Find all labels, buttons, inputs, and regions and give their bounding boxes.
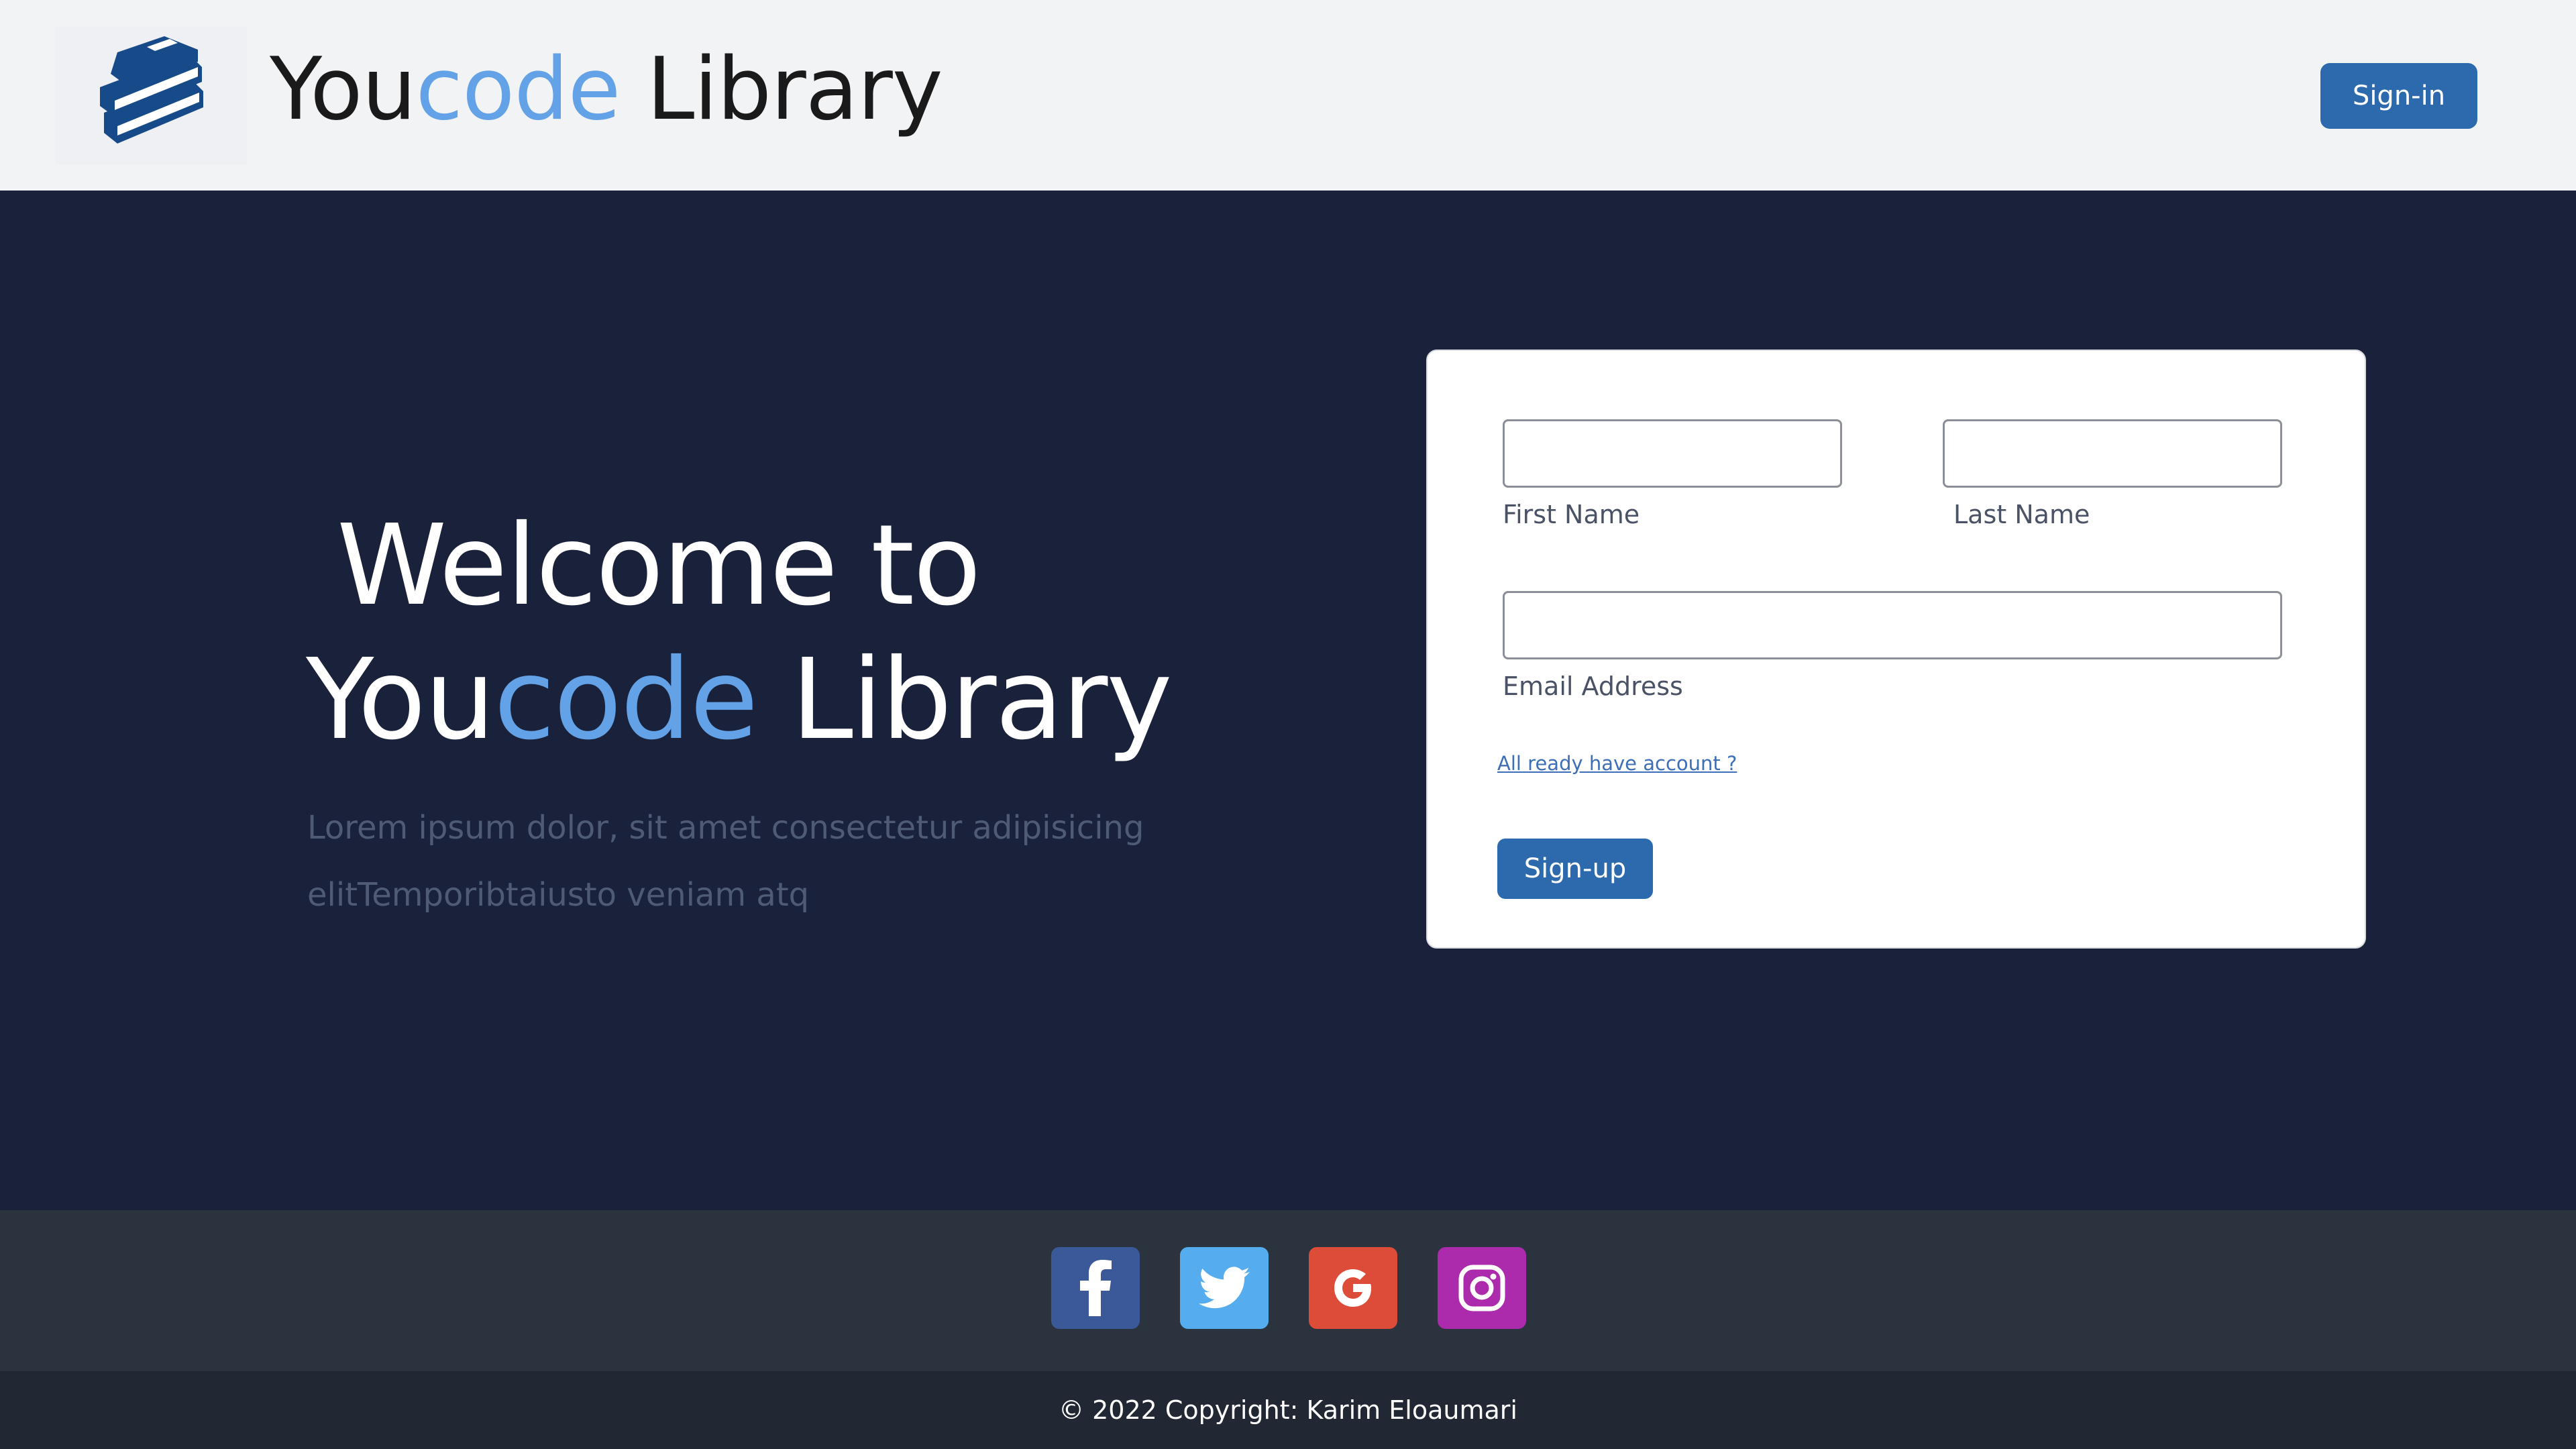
email-input[interactable] xyxy=(1503,591,2282,659)
top-navbar: Youcode Library Sign-in xyxy=(0,0,2576,191)
last-name-input[interactable] xyxy=(1943,419,2282,488)
first-name-label: First Name xyxy=(1503,500,1640,529)
instagram-button[interactable] xyxy=(1438,1247,1526,1329)
email-label: Email Address xyxy=(1503,672,1683,701)
hero-title-you: You xyxy=(306,635,495,765)
hero-title-code: code xyxy=(494,635,758,765)
copyright-footer: © 2022 Copyright: Karim Eloaumari xyxy=(0,1371,2576,1449)
hero-title: Welcome to Youcode Library xyxy=(306,499,1173,767)
copyright-text: © 2022 Copyright: Karim Eloaumari xyxy=(1059,1395,1517,1425)
logo[interactable] xyxy=(55,27,247,164)
facebook-icon xyxy=(1080,1260,1112,1316)
brand-title-code: code xyxy=(415,40,621,140)
signup-form-card: First Name Last Name Email Address All r… xyxy=(1426,350,2366,949)
brand-title-you: You xyxy=(270,40,417,140)
google-icon xyxy=(1334,1269,1371,1307)
sign-up-button[interactable]: Sign-up xyxy=(1497,839,1653,899)
brand-title[interactable]: Youcode Library xyxy=(270,36,943,144)
twitter-button[interactable] xyxy=(1180,1247,1269,1329)
twitter-icon xyxy=(1199,1267,1250,1309)
last-name-label: Last Name xyxy=(1953,500,2090,529)
hero-title-library: Library xyxy=(757,635,1172,765)
facebook-button[interactable] xyxy=(1051,1247,1140,1329)
hero-section: Welcome to Youcode Library Lorem ipsum d… xyxy=(0,191,2576,1210)
social-bar xyxy=(0,1210,2576,1371)
instagram-icon xyxy=(1458,1265,1505,1311)
brand-title-library: Library xyxy=(620,40,943,140)
sign-in-button[interactable]: Sign-in xyxy=(2320,63,2477,129)
hero-description: Lorem ipsum dolor, sit amet consectetur … xyxy=(307,809,1144,914)
hero-title-line2: Youcode Library xyxy=(306,633,1173,767)
book-stack-icon xyxy=(100,36,203,144)
google-button[interactable] xyxy=(1309,1247,1397,1329)
hero-title-line1: Welcome to xyxy=(337,501,981,631)
already-have-account-link[interactable]: All ready have account ? xyxy=(1497,752,1737,775)
first-name-input[interactable] xyxy=(1503,419,1842,488)
